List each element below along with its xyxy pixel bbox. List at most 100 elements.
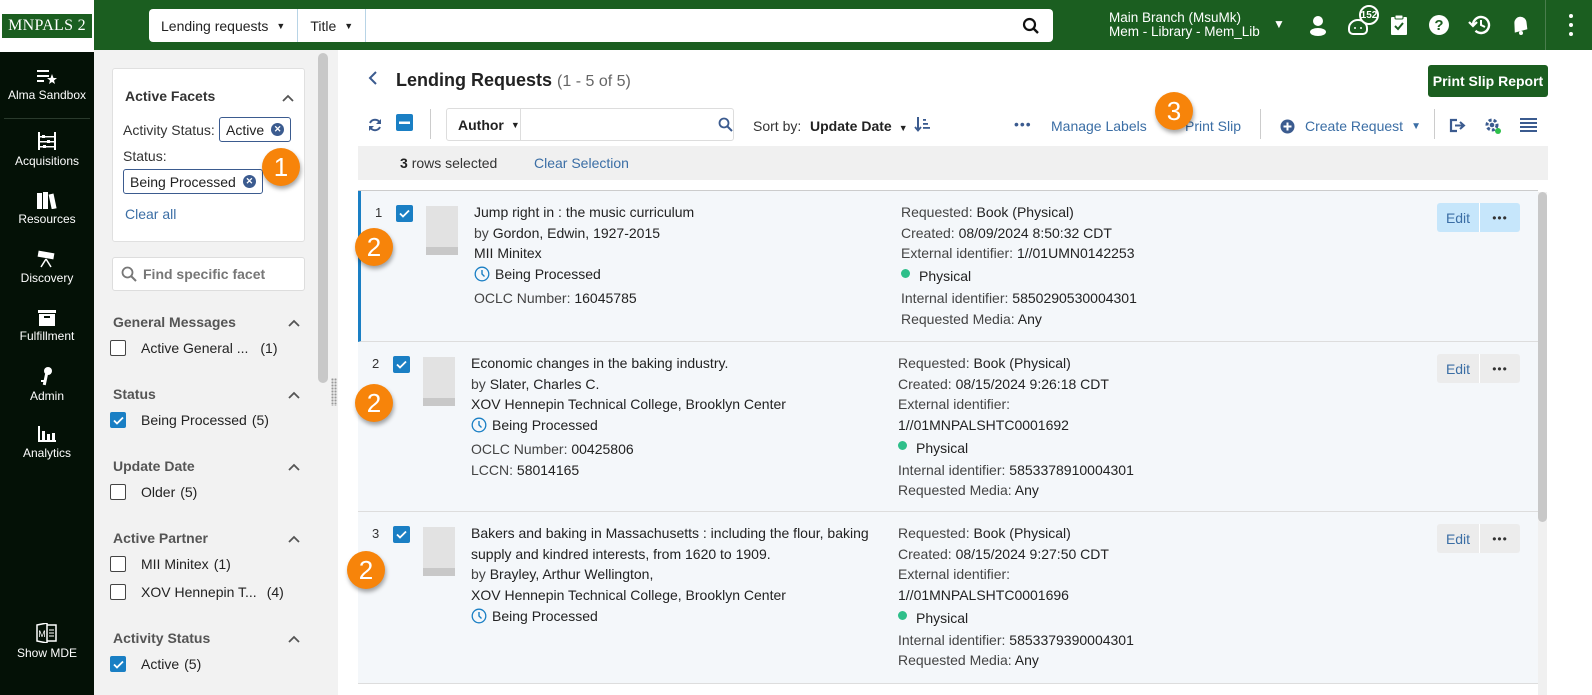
sort-value: Update Date <box>810 118 892 134</box>
checkbox[interactable] <box>110 484 126 500</box>
nav-discovery[interactable]: Discovery <box>0 250 94 285</box>
checkbox-checked[interactable] <box>110 412 126 428</box>
clear-selection-link[interactable]: Clear Selection <box>534 155 629 171</box>
remove-facet-icon[interactable]: ✕ <box>242 175 256 188</box>
row-more-icon[interactable]: ••• <box>1479 203 1520 232</box>
facets-scrollbar[interactable] <box>318 53 328 383</box>
tasks-clipboard-icon[interactable] <box>1386 12 1412 38</box>
facet-option[interactable]: Active (5) <box>110 656 201 672</box>
more-vertical-icon[interactable] <box>1563 12 1579 38</box>
edit-button[interactable]: Edit <box>1437 203 1479 232</box>
chat-bot-icon[interactable]: 152 <box>1345 5 1379 38</box>
nav-acquisitions[interactable]: Acquisitions <box>0 131 94 168</box>
row-checkbox[interactable] <box>396 205 413 222</box>
callout-badge: 2 <box>347 551 385 589</box>
field-label: Created: <box>898 375 952 392</box>
nav-alma-sandbox[interactable]: Alma Sandbox <box>0 67 94 102</box>
nav-label: Analytics <box>22 446 72 460</box>
top-bar: Lending requests ▼ Title ▼ Main Branch (… <box>0 0 1592 50</box>
list-search-input[interactable] <box>520 109 718 140</box>
format-value: Physical <box>916 439 969 456</box>
row-checkbox[interactable] <box>393 356 410 373</box>
list-item[interactable]: 1 Jump right in : the music curriculum b… <box>358 191 1538 342</box>
chip-value: Active <box>226 121 265 138</box>
nav-admin[interactable]: Admin <box>0 366 94 403</box>
facet-option[interactable]: Active General ... (1) <box>110 340 278 356</box>
branch-selector[interactable]: Main Branch (MsuMk) Mem - Library - Mem_… <box>1109 11 1260 39</box>
nav-show-mde[interactable]: M Show MDE <box>0 623 94 660</box>
status-text: Being Processed <box>495 266 601 283</box>
export-icon[interactable] <box>1449 118 1466 136</box>
user-icon[interactable] <box>1305 12 1331 38</box>
caret-down-icon: ▼ <box>510 119 520 130</box>
item-title[interactable]: Bakers and baking in Massachusetts : inc… <box>471 523 891 564</box>
clear-all-link[interactable]: Clear all <box>125 206 176 222</box>
logo-area: MNPALS 2 <box>0 0 94 52</box>
item-request-info: Requested: Book (Physical) Created: 08/1… <box>898 353 1238 501</box>
global-search-input[interactable] <box>366 9 1009 42</box>
field-label: OCLC Number: <box>474 289 571 306</box>
chevron-up-icon[interactable] <box>282 89 294 105</box>
item-title[interactable]: Jump right in : the music curriculum <box>474 202 894 223</box>
history-icon[interactable] <box>1467 12 1493 38</box>
row-more-icon[interactable]: ••• <box>1479 524 1520 553</box>
more-actions-icon[interactable]: ••• <box>1014 116 1032 132</box>
print-slip-button[interactable]: Print Slip <box>1185 118 1241 134</box>
facet-search-input[interactable] <box>143 266 293 282</box>
checkbox-checked[interactable] <box>110 656 126 672</box>
sort-direction-icon[interactable] <box>914 116 930 135</box>
chevron-up-icon[interactable] <box>288 530 300 546</box>
external-id: 1//01MNPALSHTC0001692 <box>898 417 1069 434</box>
facet-option[interactable]: Older (5) <box>110 484 197 500</box>
chevron-up-icon[interactable] <box>288 458 300 474</box>
chevron-up-icon[interactable] <box>288 314 300 330</box>
chevron-up-icon[interactable] <box>288 630 300 646</box>
checkbox[interactable] <box>110 584 126 600</box>
help-icon[interactable]: ? <box>1426 12 1452 38</box>
refresh-icon[interactable] <box>368 118 382 135</box>
back-button[interactable] <box>368 70 378 89</box>
checkbox[interactable] <box>110 340 126 356</box>
manage-labels-button[interactable]: Manage Labels <box>1051 118 1147 134</box>
facet-group-title: Status <box>113 386 156 402</box>
row-checkbox[interactable] <box>393 526 410 543</box>
chevron-up-icon[interactable] <box>288 386 300 402</box>
nav-analytics[interactable]: Analytics <box>0 425 94 460</box>
key-icon <box>41 367 52 386</box>
item-title[interactable]: Economic changes in the baking industry. <box>471 353 891 374</box>
checkbox[interactable] <box>110 556 126 572</box>
divider <box>430 109 431 139</box>
divider <box>4 118 90 119</box>
list-item[interactable]: 2 Economic changes in the baking industr… <box>358 342 1538 512</box>
row-more-icon[interactable]: ••• <box>1479 354 1520 383</box>
search-button[interactable] <box>718 117 733 132</box>
facet-option[interactable]: Being Processed (5) <box>110 412 269 428</box>
create-request-button[interactable]: Create Request ▼ <box>1280 118 1421 134</box>
nav-fulfillment[interactable]: Fulfillment <box>0 310 94 343</box>
list-item[interactable]: 3 Bakers and baking in Massachusetts : i… <box>358 512 1538 684</box>
books-icon <box>37 192 57 209</box>
list-scrollbar[interactable] <box>1538 192 1547 522</box>
oclc-number: 16045785 <box>574 289 637 306</box>
nav-label: Fulfillment <box>19 329 75 343</box>
edit-button[interactable]: Edit <box>1437 354 1479 383</box>
remove-facet-icon[interactable]: ✕ <box>271 123 285 136</box>
print-slip-report-button[interactable]: Print Slip Report <box>1428 65 1548 97</box>
sort-dropdown[interactable]: Update Date ▼ <box>810 118 908 134</box>
list-view-icon[interactable] <box>1520 118 1537 136</box>
select-all-checkbox[interactable] <box>396 114 413 134</box>
facet-option[interactable]: XOV Hennepin T... (4) <box>110 584 284 600</box>
search-scope-dropdown[interactable]: Lending requests ▼ <box>149 9 299 42</box>
external-id: 1//01MNPALSHTC0001696 <box>898 587 1069 604</box>
edit-button[interactable]: Edit <box>1437 524 1479 553</box>
search-field-dropdown[interactable]: Title ▼ <box>298 9 367 42</box>
nav-resources[interactable]: Resources <box>0 191 94 226</box>
pane-resize-handle[interactable] <box>331 378 337 406</box>
caret-down-icon[interactable]: ▼ <box>1273 17 1285 31</box>
search-field-dropdown[interactable]: Author ▼ <box>447 109 521 140</box>
bell-icon[interactable] <box>1507 12 1533 38</box>
app-logo[interactable]: MNPALS 2 <box>2 14 92 38</box>
facet-option[interactable]: MII Minitex (1) <box>110 556 231 572</box>
search-button[interactable] <box>1009 9 1053 42</box>
settings-gear-icon[interactable] <box>1484 117 1502 138</box>
